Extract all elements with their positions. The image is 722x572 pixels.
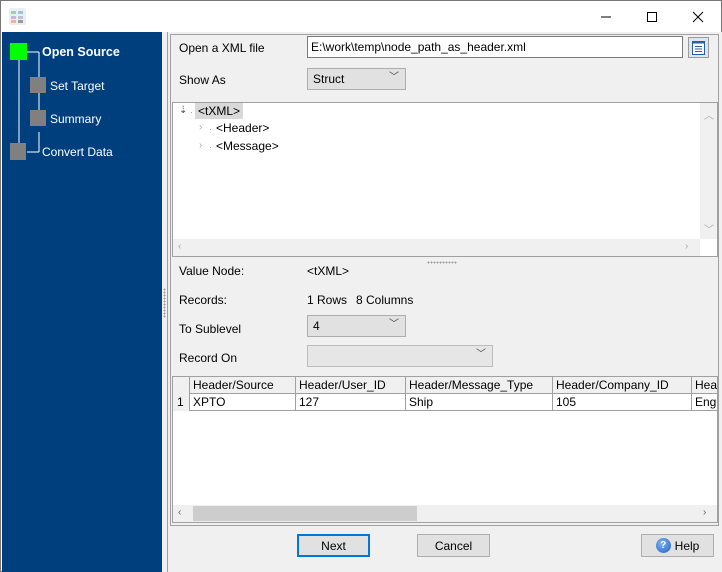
grid-cell[interactable]: 127: [296, 394, 406, 411]
record-on-label: Record On: [179, 351, 238, 365]
scrollbar-thumb[interactable]: [193, 506, 417, 521]
sublevel-label: To Sublevel: [179, 322, 242, 336]
record-on-select[interactable]: ﹀: [307, 345, 493, 367]
next-button[interactable]: Next: [297, 534, 370, 557]
records-rows: 1 Rows: [307, 293, 348, 307]
step-convert-data[interactable]: Convert Data: [42, 145, 113, 159]
step-marker-set-target: [30, 77, 46, 93]
browse-file-button[interactable]: [688, 37, 709, 58]
grid-cell[interactable]: Eng: [692, 394, 717, 411]
scroll-down-icon[interactable]: ﹀: [704, 221, 714, 236]
wizard-window: Open Source Set Target Summary Convert D…: [0, 0, 722, 572]
maximize-button[interactable]: [629, 1, 675, 32]
step-marker-summary: [30, 110, 46, 126]
tree-node-message[interactable]: <Message>: [213, 139, 282, 153]
maximize-icon: [647, 11, 657, 22]
show-as-value: Struct: [313, 72, 345, 86]
grid-cell[interactable]: XPTO: [190, 394, 296, 411]
tree-vertical-scrollbar[interactable]: ︿ ﹀: [700, 103, 717, 239]
row-number: 1: [173, 394, 190, 411]
grid-cell[interactable]: 105: [553, 394, 692, 411]
step-set-target[interactable]: Set Target: [50, 79, 104, 93]
grid-horizontal-scrollbar[interactable]: ‹ ›: [173, 505, 717, 522]
expand-arrow-icon[interactable]: ⇣: [179, 105, 187, 116]
close-button[interactable]: [675, 1, 721, 32]
help-label: Help: [674, 538, 700, 553]
tree-node-txml[interactable]: <tXML>: [195, 103, 244, 119]
show-as-select[interactable]: Struct ﹀: [307, 68, 406, 90]
preview-data-grid[interactable]: Header/Source Header/User_ID Header/Mess…: [172, 376, 718, 523]
sublevel-value: 4: [313, 319, 320, 333]
sublevel-select[interactable]: 4 ﹀: [307, 315, 406, 337]
splitter-grip[interactable]: [163, 288, 166, 318]
main-panel: Open a XML file E:\work\temp\node_path_a…: [168, 32, 722, 572]
pane-splitter-grip[interactable]: [427, 261, 457, 264]
collapsed-arrow-icon[interactable]: ›: [199, 140, 202, 151]
value-node-label: Value Node:: [179, 264, 245, 278]
step-marker-convert-data: [10, 143, 26, 160]
scroll-left-icon[interactable]: ‹: [178, 507, 181, 518]
scroll-right-icon[interactable]: ›: [703, 507, 706, 518]
grid-cell[interactable]: Ship: [406, 394, 553, 411]
help-button[interactable]: ? Help: [641, 534, 714, 557]
app-icon: [9, 8, 26, 25]
records-label: Records:: [179, 293, 228, 307]
chevron-down-icon: ﹀: [476, 349, 486, 360]
scroll-left-icon[interactable]: ‹: [178, 241, 181, 252]
column-header[interactable]: Header/Message_Type: [406, 377, 553, 394]
grid-corner: [173, 377, 190, 394]
column-header[interactable]: Header/User_ID: [296, 377, 406, 394]
records-columns: 8 Columns: [356, 293, 414, 307]
xml-tree-view[interactable]: ⇣ · <tXML> › · <Header> › · <Message> ︿ …: [172, 102, 718, 257]
open-file-label: Open a XML file: [179, 41, 265, 55]
step-open-source[interactable]: Open Source: [42, 45, 120, 59]
tree-dot: ·: [190, 107, 193, 117]
file-path-input[interactable]: E:\work\temp\node_path_as_header.xml: [307, 36, 683, 58]
grid-header-row: Header/Source Header/User_ID Header/Mess…: [173, 377, 717, 394]
chevron-down-icon: ﹀: [389, 319, 399, 330]
column-header[interactable]: Header/Source: [190, 377, 296, 394]
scroll-up-icon[interactable]: ︿: [704, 107, 714, 122]
wizard-steps-sidebar: Open Source Set Target Summary Convert D…: [2, 32, 162, 572]
step-marker-open-source: [10, 43, 27, 60]
minimize-icon: [601, 16, 611, 17]
step-summary[interactable]: Summary: [50, 112, 101, 126]
document-icon: [692, 40, 705, 55]
tree-dot: ·: [209, 124, 212, 134]
scroll-right-icon[interactable]: ›: [685, 241, 688, 252]
column-header[interactable]: Hea: [692, 377, 717, 394]
tree-node-header[interactable]: <Header>: [213, 121, 272, 135]
value-node-value: <tXML>: [307, 264, 350, 278]
table-row[interactable]: 1 XPTO 127 Ship 105 Eng: [173, 394, 717, 411]
tree-horizontal-scrollbar[interactable]: ‹ ›: [173, 239, 700, 256]
column-header[interactable]: Header/Company_ID: [553, 377, 692, 394]
minimize-button[interactable]: [583, 1, 629, 32]
close-icon: [692, 11, 704, 22]
help-icon: ?: [655, 538, 671, 553]
tree-dot: ·: [209, 142, 212, 152]
chevron-down-icon: ﹀: [389, 72, 399, 83]
title-bar: [1, 1, 721, 32]
cancel-button[interactable]: Cancel: [417, 534, 490, 557]
collapsed-arrow-icon[interactable]: ›: [199, 122, 202, 133]
show-as-label: Show As: [179, 73, 226, 87]
